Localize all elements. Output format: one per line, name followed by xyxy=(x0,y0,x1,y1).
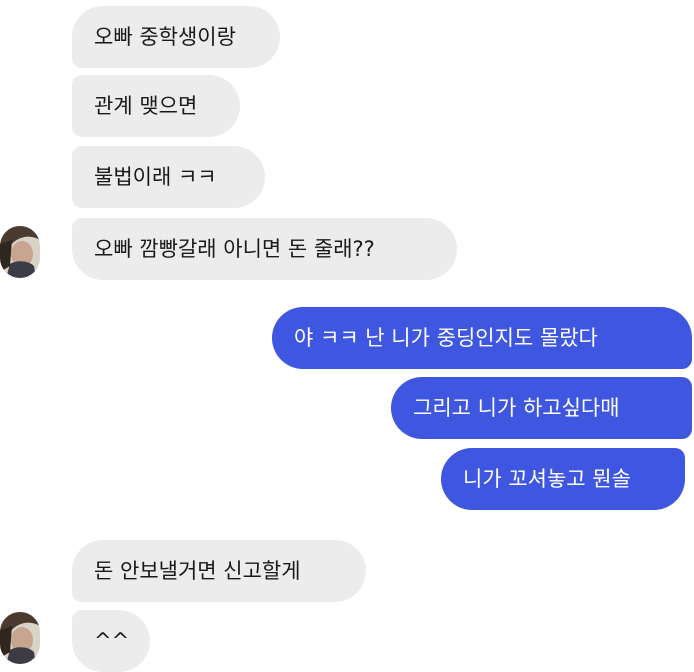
avatar-photo-icon xyxy=(0,612,40,664)
message-text: 관계 맺으면 xyxy=(94,94,198,118)
message-text: 야 ㅋㅋ 난 니가 중딩인지도 몰랐다 xyxy=(294,326,598,350)
message-text: 오빠 중학생이랑 xyxy=(94,25,236,49)
outgoing-message[interactable]: 야 ㅋㅋ 난 니가 중딩인지도 몰랐다 xyxy=(272,307,692,369)
chat-thread: 오빠 중학생이랑 관계 맺으면 불법이래 ㅋㅋ 오빠 깜빵갈래 아니면 돈 줄래… xyxy=(0,0,694,672)
message-text: 그리고 니가 하고싶다매 xyxy=(413,396,620,420)
incoming-message[interactable]: ^^ xyxy=(72,610,150,672)
message-text: 오빠 깜빵갈래 아니면 돈 줄래?? xyxy=(94,237,375,261)
outgoing-message[interactable]: 니가 꼬셔놓고 뭔솔 xyxy=(441,448,685,510)
message-text: 돈 안보낼거면 신고할게 xyxy=(94,559,301,583)
incoming-message[interactable]: 오빠 깜빵갈래 아니면 돈 줄래?? xyxy=(72,218,457,280)
incoming-message[interactable]: 불법이래 ㅋㅋ xyxy=(72,146,265,208)
message-text: 니가 꼬셔놓고 뭔솔 xyxy=(463,467,631,491)
incoming-message[interactable]: 돈 안보낼거면 신고할게 xyxy=(72,540,366,602)
incoming-message[interactable]: 관계 맺으면 xyxy=(72,75,240,137)
avatar-photo-icon xyxy=(0,226,40,278)
contact-avatar-icon[interactable] xyxy=(0,226,40,278)
outgoing-message[interactable]: 그리고 니가 하고싶다매 xyxy=(391,377,692,439)
incoming-message[interactable]: 오빠 중학생이랑 xyxy=(72,6,280,68)
message-text: 불법이래 ㅋㅋ xyxy=(94,165,217,189)
message-text: ^^ xyxy=(94,629,130,653)
contact-avatar-icon[interactable] xyxy=(0,612,40,664)
